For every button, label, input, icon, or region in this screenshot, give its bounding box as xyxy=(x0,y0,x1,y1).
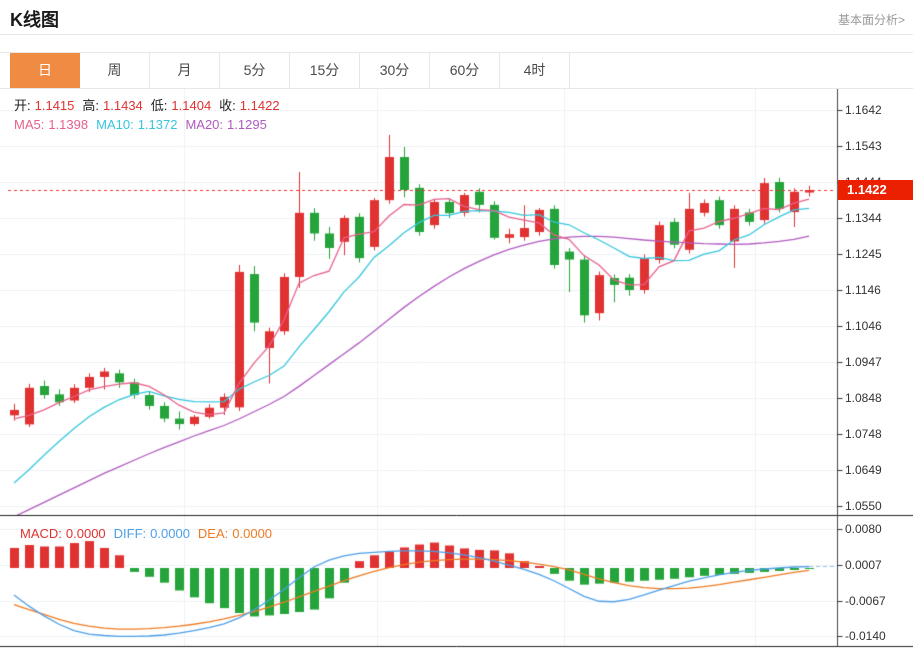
price-axis-label: 1.0947 xyxy=(845,355,882,369)
ohlc-item-0: 开:1.1415 xyxy=(14,98,78,113)
ma-item-0: MA5:1.1398 xyxy=(14,117,92,132)
price-axis-label: 1.1146 xyxy=(845,283,881,297)
ohlc-legend: 开:1.1415 高:1.1434 低:1.1404 收:1.1422 xyxy=(14,95,288,114)
price-axis-label: 1.0550 xyxy=(845,499,882,513)
ohlc-item-2: 低:1.1404 xyxy=(151,98,215,113)
price-axis-label: 1.1046 xyxy=(845,319,882,333)
price-axis-label: 1.0748 xyxy=(845,427,882,441)
page-title: K线图 xyxy=(10,6,59,32)
price-axis-label: 1.0649 xyxy=(845,463,882,477)
price-axis-label: 1.1245 xyxy=(845,247,882,261)
price-axis-label: 1.1344 xyxy=(845,211,882,225)
tab-week[interactable]: 周 xyxy=(80,53,150,88)
price-axis-label: 1.1543 xyxy=(845,139,882,153)
tab-day[interactable]: 日 xyxy=(10,53,80,88)
price-axis-label: 1.1642 xyxy=(845,103,882,117)
tab-h4[interactable]: 4时 xyxy=(500,53,570,88)
ohlc-item-1: 高:1.1434 xyxy=(82,98,146,113)
tab-month[interactable]: 月 xyxy=(150,53,220,88)
macd-axis-label: -0.0140 xyxy=(845,629,886,643)
chart-area: 开:1.1415 高:1.1434 低:1.1404 收:1.1422 MA5:1.1… xyxy=(0,89,913,649)
tab-m30[interactable]: 30分 xyxy=(360,53,430,88)
macd-item-0: MACD:0.0000 xyxy=(20,526,110,541)
title-bar: K线图 基本面分析> xyxy=(0,0,913,35)
current-price-tag: 1.1422 xyxy=(838,180,913,200)
ma-legend: MA5:1.1398 MA10:1.1372 MA20:1.1295 xyxy=(14,117,275,132)
macd-item-1: DIFF:0.0000 xyxy=(114,526,194,541)
tab-m5[interactable]: 5分 xyxy=(220,53,290,88)
interval-tabs: 日周月5分15分30分60分4时 xyxy=(0,52,913,89)
kline-chart-canvas[interactable] xyxy=(0,89,913,649)
ma-item-2: MA20:1.1295 xyxy=(185,117,270,132)
tab-m15[interactable]: 15分 xyxy=(290,53,360,88)
tab-m60[interactable]: 60分 xyxy=(430,53,500,88)
fundamental-analysis-link[interactable]: 基本面分析> xyxy=(838,11,905,28)
macd-axis-label: 0.0080 xyxy=(845,522,882,536)
macd-item-2: DEA:0.0000 xyxy=(198,526,276,541)
ohlc-item-3: 收:1.1422 xyxy=(219,98,283,113)
macd-axis-label: -0.0067 xyxy=(845,594,886,608)
macd-legend: MACD:0.0000 DIFF:0.0000 DEA:0.0000 xyxy=(20,526,280,541)
macd-axis-label: 0.0007 xyxy=(845,558,882,572)
price-axis-label: 1.0848 xyxy=(845,391,882,405)
ma-item-1: MA10:1.1372 xyxy=(96,117,181,132)
